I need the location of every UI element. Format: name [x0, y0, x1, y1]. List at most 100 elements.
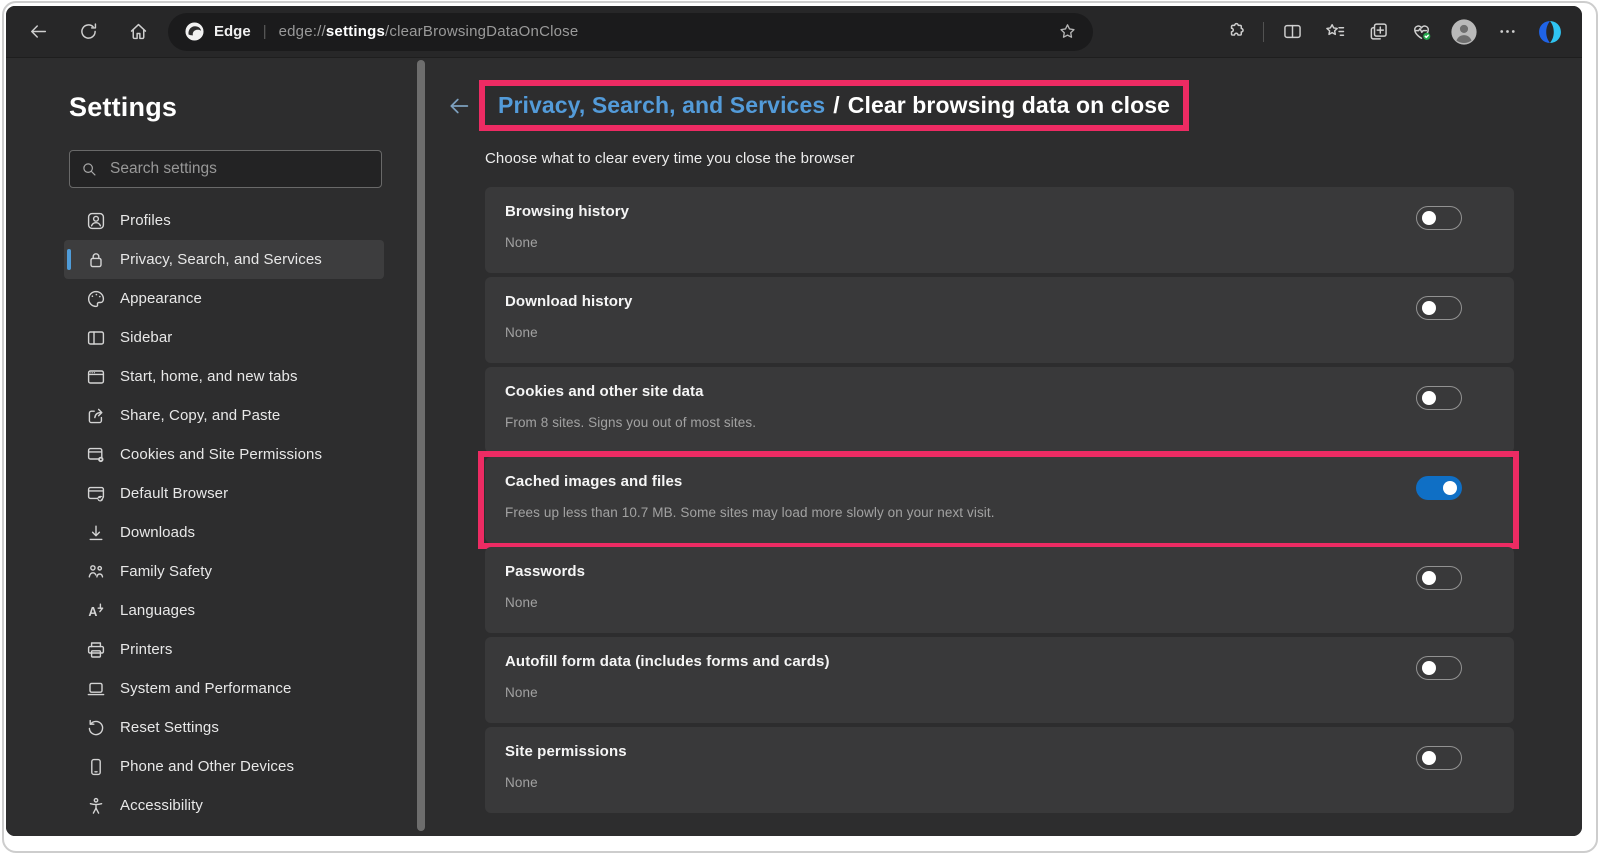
- toggle-switch[interactable]: [1416, 566, 1462, 590]
- more-icon: [1499, 30, 1515, 33]
- sidebar-item-appearance[interactable]: Appearance: [64, 279, 384, 318]
- sidebar-item-family-safety[interactable]: Family Safety: [64, 552, 384, 591]
- favorite-star-icon: [1060, 24, 1075, 38]
- sidebar-item-phone-and-other-devices[interactable]: Phone and Other Devices: [64, 747, 384, 786]
- split-screen-button[interactable]: [1274, 14, 1310, 50]
- nav-button-group: [20, 14, 156, 50]
- sidebar-item-privacy-search-and-services[interactable]: Privacy, Search, and Services: [64, 240, 384, 279]
- toggle-switch[interactable]: [1416, 476, 1462, 500]
- sidebar-item-cookies-and-site-permissions[interactable]: Cookies and Site Permissions: [64, 435, 384, 474]
- address-bar[interactable]: Edge | edge://settings/clearBrowsingData…: [168, 12, 1093, 51]
- sidebar-item-system-and-performance[interactable]: System and Performance: [64, 669, 384, 708]
- refresh-icon: [80, 23, 96, 39]
- browser-essentials-icon: [1413, 25, 1430, 40]
- collections-button[interactable]: [1360, 14, 1396, 50]
- palette-icon: [88, 290, 105, 307]
- sidebar-item-start-home-and-new-tabs[interactable]: Start, home, and new tabs: [64, 357, 384, 396]
- toggle-knob: [1422, 751, 1436, 765]
- settings-search-box[interactable]: [69, 150, 382, 188]
- more-button[interactable]: [1489, 14, 1525, 50]
- back-button[interactable]: [20, 14, 56, 50]
- setting-description: None: [505, 325, 538, 340]
- setting-row-passwords: Passwords None: [485, 547, 1514, 633]
- phone-icon: [86, 757, 106, 777]
- edge-logo-icon: [184, 21, 205, 42]
- setting-title: Autofill form data (includes forms and c…: [505, 653, 830, 670]
- setting-title: Site permissions: [505, 743, 627, 760]
- setting-row-browsing-history: Browsing history None: [485, 187, 1514, 273]
- toggle-switch[interactable]: [1416, 296, 1462, 320]
- sidebar-item-label: Start, home, and new tabs: [120, 368, 298, 385]
- annotation-box-breadcrumb: Privacy, Search, and Services / Clear br…: [479, 80, 1190, 131]
- sidebar-item-label: Family Safety: [120, 563, 213, 580]
- sidebar-item-label: Printers: [120, 641, 173, 658]
- refresh-button[interactable]: [70, 14, 106, 50]
- cookies-permissions-icon: [87, 447, 104, 462]
- sidebar-layout-icon: [86, 328, 106, 348]
- browser-essentials-button[interactable]: [1403, 14, 1439, 50]
- default-browser-icon: [86, 484, 106, 504]
- system-icon: [87, 682, 105, 695]
- printers-icon: [87, 641, 105, 658]
- scrollbar-thumb[interactable]: [417, 60, 425, 831]
- sidebar-item-label: Sidebar: [120, 329, 173, 346]
- browser-toolbar: Edge | edge://settings/clearBrowsingData…: [6, 6, 1582, 58]
- sidebar-item-label: Accessibility: [120, 797, 203, 814]
- extensions-button[interactable]: [1217, 14, 1253, 50]
- sidebar-item-accessibility[interactable]: Accessibility: [64, 786, 384, 825]
- breadcrumb-separator: /: [833, 92, 840, 118]
- toggle-knob: [1422, 661, 1436, 675]
- toggle-knob: [1422, 211, 1436, 225]
- back-icon: [30, 25, 46, 38]
- browser-window: Edge | edge://settings/clearBrowsingData…: [6, 6, 1582, 836]
- sidebar-item-default-browser[interactable]: Default Browser: [64, 474, 384, 513]
- sidebar-item-label: Downloads: [120, 524, 196, 541]
- back-button[interactable]: [447, 94, 471, 118]
- downloads-icon: [89, 525, 103, 540]
- sidebar-item-label: Appearance: [120, 290, 202, 307]
- system-icon: [86, 679, 106, 699]
- sidebar-item-reset-settings[interactable]: Reset Settings: [64, 708, 384, 747]
- favorites-button[interactable]: [1317, 14, 1353, 50]
- home-icon: [130, 23, 146, 40]
- share-icon: [86, 406, 106, 426]
- copilot-button[interactable]: [1532, 14, 1568, 50]
- profiles-icon: [87, 212, 105, 229]
- toggle-switch[interactable]: [1416, 386, 1462, 410]
- sidebar-item-languages[interactable]: A Languages: [64, 591, 384, 630]
- accessibility-icon: [86, 796, 106, 816]
- setting-description: None: [505, 775, 538, 790]
- clear-browsing-data-panel: Privacy, Search, and Services / Clear br…: [425, 58, 1582, 836]
- toggle-switch[interactable]: [1416, 206, 1462, 230]
- sidebar-item-share-copy-and-paste[interactable]: Share, Copy, and Paste: [64, 396, 384, 435]
- favorite-star-icon[interactable]: [1058, 22, 1077, 41]
- panel-subtitle: Choose what to clear every time you clos…: [485, 150, 855, 167]
- copilot-icon: [1539, 20, 1561, 43]
- breadcrumb-parent-link[interactable]: Privacy, Search, and Services: [498, 92, 825, 119]
- start-tabs-icon: [86, 367, 106, 387]
- sidebar-item-sidebar[interactable]: Sidebar: [64, 318, 384, 357]
- extensions-icon: [1230, 22, 1244, 36]
- sidebar-item-printers[interactable]: Printers: [64, 630, 384, 669]
- profile-button[interactable]: [1446, 14, 1482, 50]
- phone-icon: [91, 758, 101, 775]
- sidebar-item-label: Default Browser: [120, 485, 229, 502]
- palette-icon: [86, 289, 106, 309]
- url-path: /clearBrowsingDataOnClose: [385, 23, 579, 40]
- home-button[interactable]: [120, 14, 156, 50]
- share-icon: [88, 408, 103, 423]
- settings-sidebar: Settings Profiles Privacy, Search, and Se…: [6, 58, 418, 836]
- settings-row-list: Browsing history None Download history None…: [478, 187, 1519, 817]
- sidebar-layout-icon: [87, 330, 105, 345]
- search-input[interactable]: [108, 159, 370, 179]
- toggle-switch[interactable]: [1416, 746, 1462, 770]
- setting-title: Cookies and other site data: [505, 383, 704, 400]
- setting-description: Frees up less than 10.7 MB. Some sites m…: [505, 505, 995, 520]
- search-icon: [83, 162, 96, 176]
- setting-title: Download history: [505, 293, 633, 310]
- url-scheme: edge://: [278, 23, 326, 40]
- sidebar-item-downloads[interactable]: Downloads: [64, 513, 384, 552]
- toggle-switch[interactable]: [1416, 656, 1462, 680]
- toolbar-separator: [1263, 21, 1264, 42]
- sidebar-item-profiles[interactable]: Profiles: [64, 201, 384, 240]
